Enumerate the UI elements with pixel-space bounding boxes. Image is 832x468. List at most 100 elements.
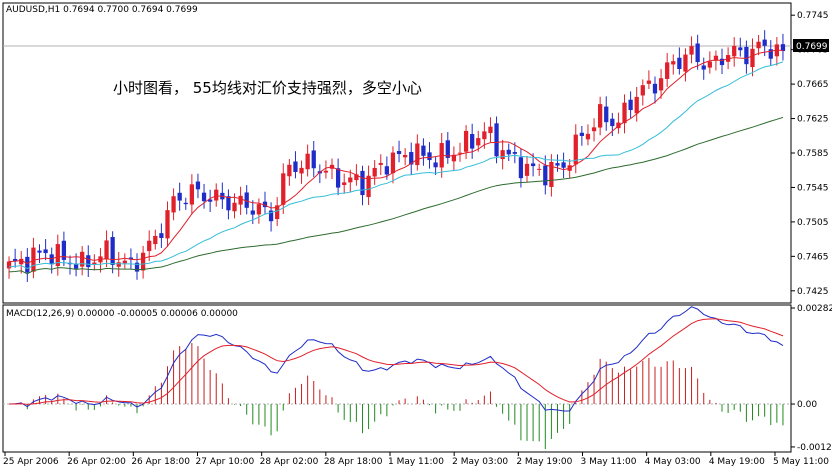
candle-body xyxy=(171,196,176,213)
candle-body xyxy=(396,151,402,155)
candle-body xyxy=(415,143,420,166)
x-tick-label: 2 May 19:00 xyxy=(516,457,572,467)
candle-body xyxy=(634,96,639,114)
x-tick-label: 25 Apr 2006 xyxy=(3,457,59,467)
candle-body xyxy=(281,173,286,205)
candle-body xyxy=(104,240,109,260)
candle-body xyxy=(372,167,377,177)
y-tick-label: 0.7545 xyxy=(797,183,829,193)
macd-y-tick-label: 0.00 xyxy=(797,400,817,410)
x-tick-label: 1 May 11:00 xyxy=(388,457,444,467)
chart-annotation: 小时图看， 55均线对汇价支持强烈，多空小心 xyxy=(113,79,422,97)
candle-body xyxy=(177,192,182,201)
candle-body xyxy=(762,39,767,46)
candle-body xyxy=(226,196,231,211)
y-tick-label: 0.7665 xyxy=(797,80,829,90)
candle-body xyxy=(421,145,426,156)
candle-body xyxy=(110,237,115,265)
y-tick-label: 0.7745 xyxy=(797,11,829,21)
candle-body xyxy=(183,202,188,205)
x-tick-label: 3 May 11:00 xyxy=(581,457,637,467)
x-tick-label: 28 Apr 18:00 xyxy=(324,457,383,467)
macd-y-tick-label: -0.00126 xyxy=(797,443,832,453)
y-tick-label: 0.7625 xyxy=(797,115,829,125)
candle-body xyxy=(140,252,146,271)
candle-body xyxy=(378,162,383,165)
candle-body xyxy=(195,181,201,190)
candle-body xyxy=(384,166,389,175)
candle-body xyxy=(695,43,700,63)
candle-body xyxy=(238,195,243,205)
candle-body xyxy=(299,167,304,174)
x-tick-label: 26 Apr 18:00 xyxy=(131,457,190,467)
y-tick-label: 0.7425 xyxy=(797,287,829,297)
candle-body xyxy=(335,168,341,188)
macd-label: MACD(12,26,9) 0.00000 -0.00005 0.00006 0… xyxy=(6,309,238,319)
candle-body xyxy=(470,134,475,149)
candle-body xyxy=(311,150,316,169)
candle-body xyxy=(750,48,755,68)
candle-body xyxy=(524,163,530,176)
candle-body xyxy=(610,118,615,127)
candle-body xyxy=(323,170,329,173)
x-tick-label: 4 May 03:00 xyxy=(645,457,701,467)
candle-body xyxy=(488,126,493,134)
candle-body xyxy=(591,127,597,132)
candle-body xyxy=(701,65,706,70)
candle-body xyxy=(37,250,42,253)
candle-body xyxy=(232,202,237,212)
candle-body xyxy=(122,260,127,264)
candle-body xyxy=(652,83,658,94)
candle-body xyxy=(86,255,91,268)
candle-body xyxy=(342,182,347,186)
candle-body xyxy=(738,47,743,51)
candle-body xyxy=(49,254,54,265)
candle-body xyxy=(403,154,408,158)
candle-body xyxy=(658,78,664,91)
candle-body xyxy=(640,85,645,96)
y-tick-label: 0.7585 xyxy=(797,149,829,159)
candle-body xyxy=(500,150,505,160)
candle-body xyxy=(756,41,761,49)
candle-body xyxy=(293,161,298,172)
x-tick-label: 27 Apr 10:00 xyxy=(196,457,255,467)
candle-body xyxy=(561,162,566,168)
candle-body xyxy=(116,262,121,267)
candle-body xyxy=(506,149,511,155)
candle-body xyxy=(598,104,603,128)
candle-body xyxy=(689,46,694,55)
candle-body xyxy=(732,45,737,57)
candle-body xyxy=(433,162,438,168)
macd-y-tick-label: 0.00282 xyxy=(797,304,832,314)
candle-body xyxy=(427,152,432,161)
candle-body xyxy=(604,106,609,123)
candle-body xyxy=(518,157,524,179)
candle-body xyxy=(43,249,48,254)
candle-body xyxy=(153,235,158,245)
candle-body xyxy=(530,163,536,167)
candle-body xyxy=(622,102,627,124)
candle-body xyxy=(677,57,682,69)
candle-body xyxy=(80,251,85,267)
candle-body xyxy=(390,152,396,174)
forex-chart: 0.77450.77050.76650.76250.75850.75450.75… xyxy=(2,2,832,467)
candle-body xyxy=(543,165,548,186)
candle-body xyxy=(628,99,633,111)
candle-body xyxy=(256,204,262,215)
candle-body xyxy=(579,132,584,136)
x-tick-label: 2 May 03:00 xyxy=(452,457,508,467)
candle-body xyxy=(287,164,292,177)
candle-body xyxy=(494,123,499,157)
y-tick-label: 0.7505 xyxy=(797,218,829,228)
chart-header: AUDUSD,H1 0.7694 0.7700 0.7694 0.7699 xyxy=(6,5,198,15)
candle-body xyxy=(305,153,310,170)
candle-body xyxy=(683,54,688,72)
candle-body xyxy=(555,163,560,166)
candle-body xyxy=(707,61,712,68)
candle-body xyxy=(512,152,517,154)
candle-body xyxy=(147,240,152,252)
candle-body xyxy=(25,256,30,273)
candle-body xyxy=(6,261,12,269)
candle-body xyxy=(360,170,365,196)
candle-body xyxy=(744,46,749,65)
